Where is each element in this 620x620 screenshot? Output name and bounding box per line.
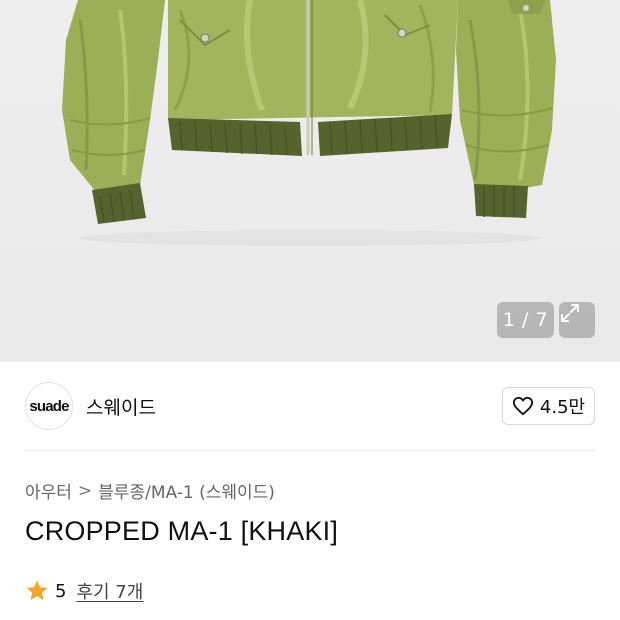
- rating-value: 5: [55, 580, 67, 602]
- brand-row: suade 스웨이드 4.5만: [0, 362, 620, 450]
- brand-logo-text: suade: [29, 397, 69, 415]
- heart-icon: [512, 396, 533, 416]
- like-count: 4.5만: [539, 397, 586, 418]
- breadcrumb-item-blouson[interactable]: 블루종/MA-1 (스웨이드): [98, 478, 275, 503]
- product-image-gallery[interactable]: 1 / 7: [0, 0, 620, 362]
- expand-icon: [561, 304, 579, 322]
- breadcrumb-separator: >: [77, 480, 93, 501]
- product-title: CROPPED MA-1 [KHAKI]: [25, 516, 339, 546]
- expand-button[interactable]: [559, 302, 595, 338]
- brand-logo[interactable]: suade: [25, 382, 73, 430]
- rating-row: 5 후기 7개: [25, 578, 143, 604]
- breadcrumb: 아우터 > 블루종/MA-1 (스웨이드): [25, 478, 275, 504]
- divider: [25, 450, 595, 451]
- reviews-link[interactable]: 후기 7개: [76, 578, 143, 604]
- image-counter: 1 / 7: [497, 302, 554, 338]
- brand-name[interactable]: 스웨이드: [86, 393, 156, 420]
- like-button[interactable]: 4.5만: [502, 387, 595, 425]
- breadcrumb-item-outer[interactable]: 아우터: [25, 478, 72, 503]
- star-icon: [26, 580, 48, 600]
